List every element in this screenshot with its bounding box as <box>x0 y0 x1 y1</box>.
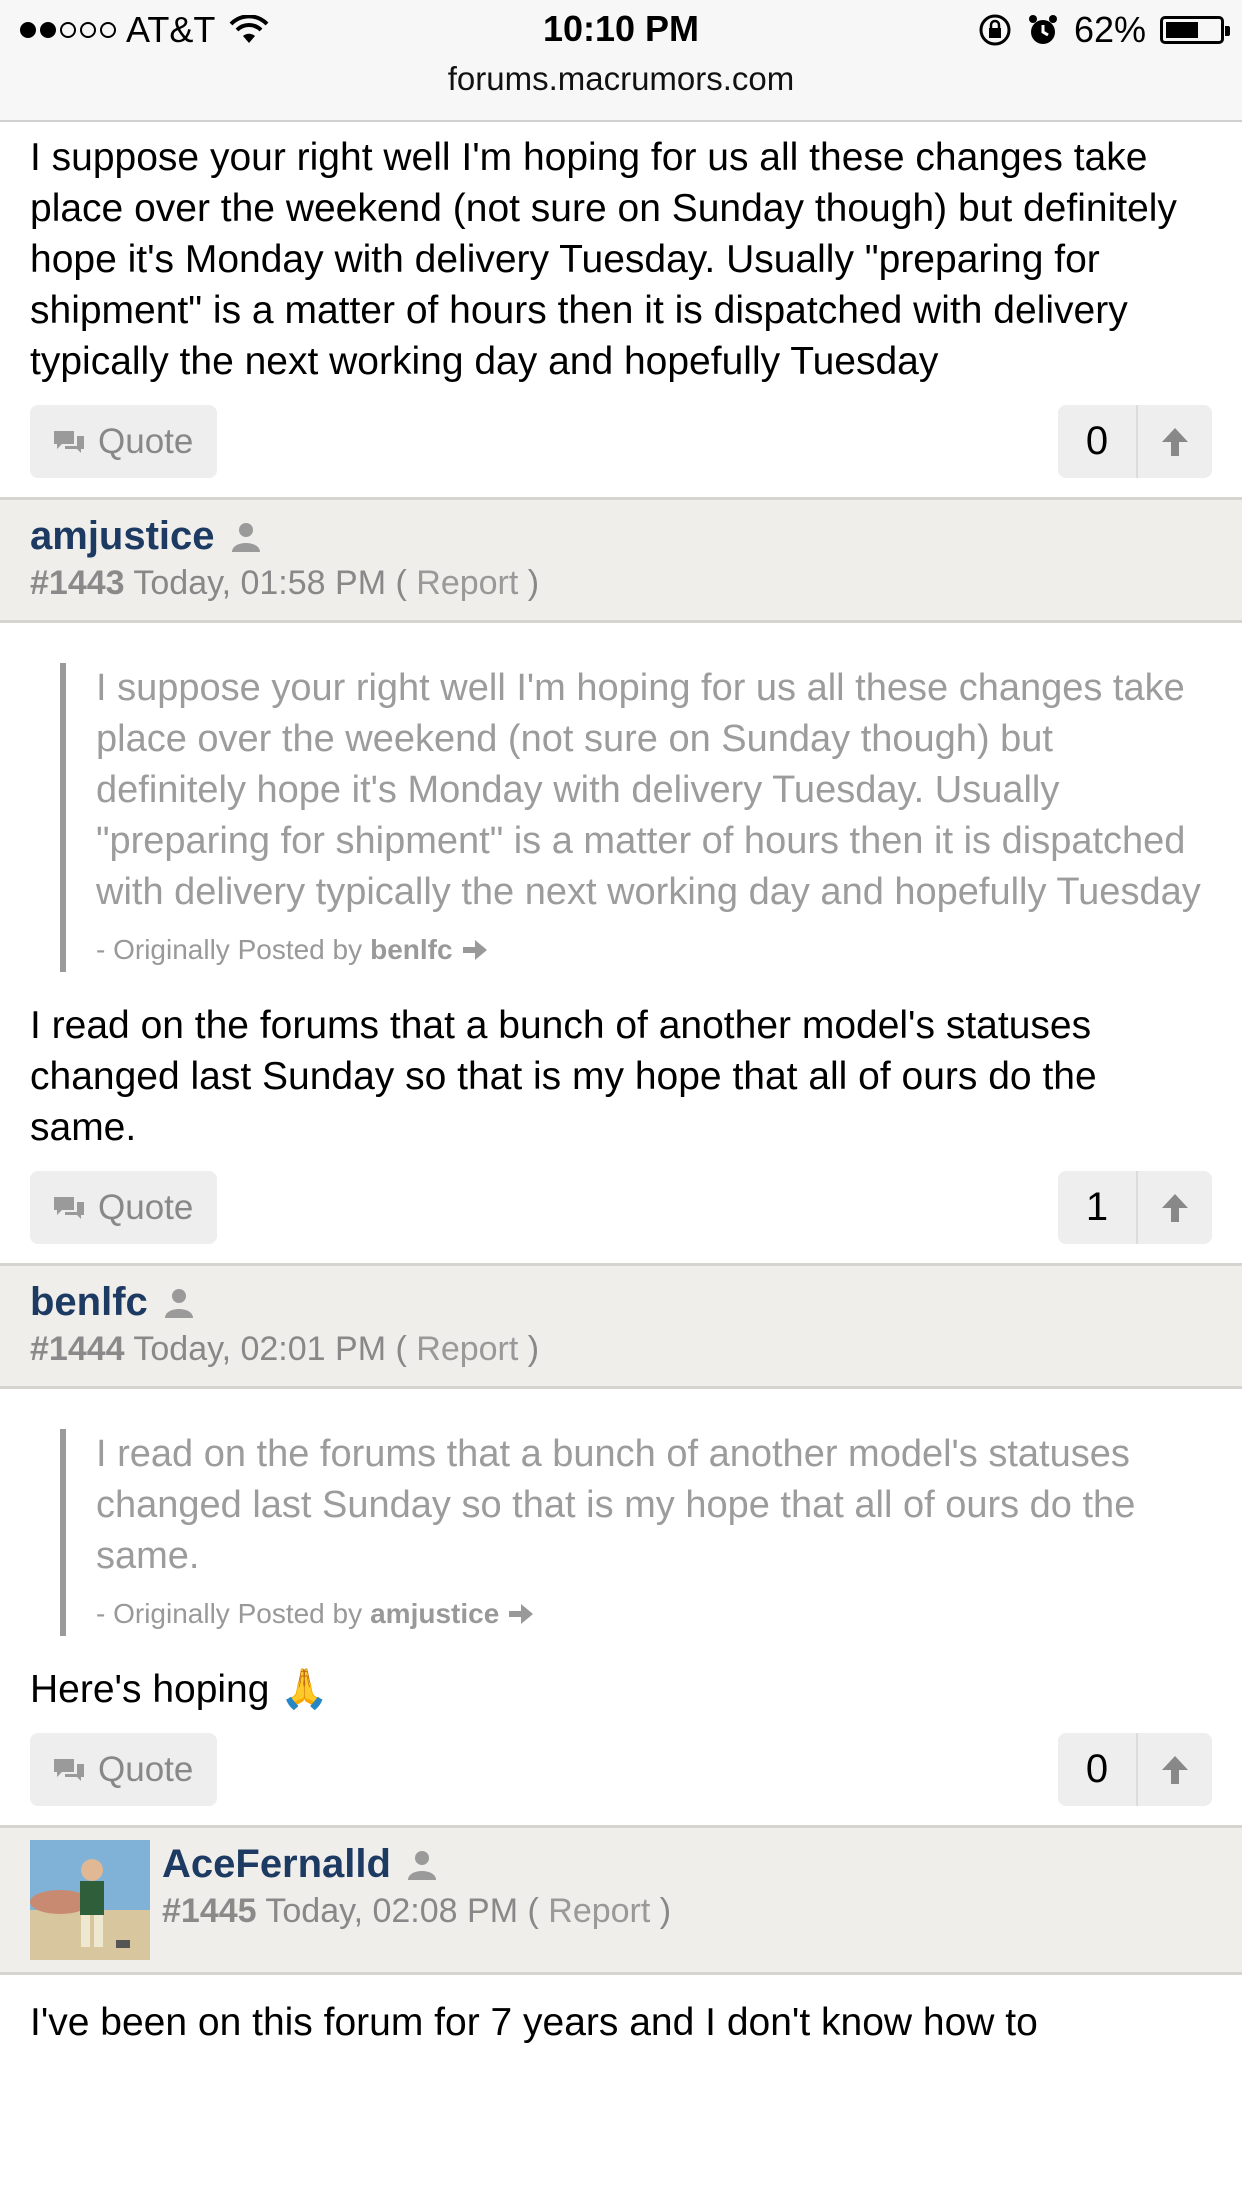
user-icon <box>231 522 260 552</box>
post-body: I've been on this forum for 7 years and … <box>30 2001 1038 2044</box>
author-name[interactable]: benlfc <box>30 1280 148 1325</box>
post-time: Today, 02:01 PM <box>133 1330 387 1368</box>
author-name[interactable]: amjustice <box>30 514 215 559</box>
report-open-paren: ( <box>395 1330 407 1368</box>
like-control: 0 <box>1058 1733 1212 1806</box>
quote-button[interactable]: Quote <box>30 1171 217 1244</box>
avatar-image <box>30 1840 150 1960</box>
post-header: AceFernalld #1445 Today, 02:08 PM ( Repo… <box>0 1825 1242 1975</box>
post-number[interactable]: #1444 <box>30 1330 125 1368</box>
report-open-paren: ( <box>395 564 407 602</box>
speech-bubble-icon <box>54 1196 84 1219</box>
post-number[interactable]: #1443 <box>30 564 125 602</box>
arrow-up-icon <box>1162 427 1188 456</box>
user-icon <box>407 1850 436 1880</box>
avatar[interactable] <box>30 1840 150 1960</box>
like-control: 0 <box>1058 405 1212 478</box>
arrow-right-icon <box>462 940 487 960</box>
speech-bubble-icon <box>54 1758 84 1781</box>
status-bar: AT&T 10:10 PM 62% forums.macrumors.com <box>0 0 1242 122</box>
like-count: 0 <box>1058 405 1138 478</box>
report-link[interactable]: Report <box>416 1330 518 1368</box>
quote-source-prefix: - Originally Posted by <box>96 1598 363 1629</box>
post-author[interactable]: amjustice <box>30 514 263 559</box>
quote-source-prefix: - Originally Posted by <box>96 934 363 965</box>
post-header: benlfc #1444 Today, 02:01 PM ( Report ) <box>0 1263 1242 1389</box>
quote-button[interactable]: Quote <box>30 405 217 478</box>
post-meta: #1445 Today, 02:08 PM ( Report ) <box>162 1892 671 1931</box>
post-body: I read on the forums that a bunch of ano… <box>30 1004 1097 1149</box>
orientation-lock-icon <box>979 14 1011 46</box>
quote-button[interactable]: Quote <box>30 1733 217 1806</box>
like-count: 1 <box>1058 1171 1138 1244</box>
post-actions: Quote 0 <box>0 387 1242 497</box>
thread-content: I suppose your right well I'm hoping for… <box>0 120 1242 2048</box>
quote-label: Quote <box>98 421 194 461</box>
post-body: Here's hoping 🙏 <box>30 1668 329 1711</box>
url-bar[interactable]: forums.macrumors.com <box>0 60 1242 98</box>
battery-icon <box>1160 16 1230 44</box>
speech-bubble-icon <box>54 430 84 453</box>
post-author[interactable]: benlfc <box>30 1280 196 1325</box>
report-link[interactable]: Report <box>548 1892 650 1930</box>
post-header: amjustice #1443 Today, 01:58 PM ( Report… <box>0 497 1242 623</box>
author-name[interactable]: AceFernalld <box>162 1842 391 1887</box>
quote-label: Quote <box>98 1187 194 1227</box>
upvote-button[interactable] <box>1138 1754 1212 1786</box>
upvote-button[interactable] <box>1138 1192 1212 1224</box>
report-close-paren: ) <box>527 564 540 602</box>
status-right: 62% <box>978 9 1230 50</box>
user-icon <box>164 1288 193 1318</box>
post-meta: #1443 Today, 01:58 PM ( Report ) <box>30 564 539 603</box>
quote-source[interactable]: - Originally Posted by amjustice <box>96 1598 1212 1636</box>
quote-text: I read on the forums that a bunch of ano… <box>96 1433 1136 1577</box>
like-count: 0 <box>1058 1733 1138 1806</box>
post-meta: #1444 Today, 02:01 PM ( Report ) <box>30 1330 539 1369</box>
report-open-paren: ( <box>527 1892 539 1930</box>
like-control: 1 <box>1058 1171 1212 1244</box>
post-actions: Quote 0 <box>0 1715 1242 1825</box>
quoted-post: I read on the forums that a bunch of ano… <box>60 1429 1212 1636</box>
post-actions: Quote 1 <box>0 1153 1242 1263</box>
quoted-post: I suppose your right well I'm hoping for… <box>60 663 1212 972</box>
alarm-icon <box>1028 15 1057 44</box>
arrow-up-icon <box>1162 1193 1188 1222</box>
post-author[interactable]: AceFernalld <box>162 1842 439 1887</box>
post-time: Today, 01:58 PM <box>133 564 387 602</box>
report-link[interactable]: Report <box>416 564 518 602</box>
quote-label: Quote <box>98 1749 194 1789</box>
post-time: Today, 02:08 PM <box>265 1892 519 1930</box>
report-close-paren: ) <box>527 1330 540 1368</box>
quote-source-author[interactable]: amjustice <box>370 1598 499 1630</box>
upvote-button[interactable] <box>1138 426 1212 458</box>
report-close-paren: ) <box>659 1892 672 1930</box>
quote-text: I suppose your right well I'm hoping for… <box>96 667 1201 913</box>
post-number[interactable]: #1445 <box>162 1892 257 1930</box>
arrow-up-icon <box>1162 1755 1188 1784</box>
post-body: I suppose your right well I'm hoping for… <box>30 136 1177 383</box>
quote-source[interactable]: - Originally Posted by benlfc <box>96 934 1212 972</box>
arrow-right-icon <box>509 1604 534 1624</box>
quote-source-author[interactable]: benlfc <box>370 934 452 966</box>
battery-percent: 62% <box>1073 9 1146 50</box>
